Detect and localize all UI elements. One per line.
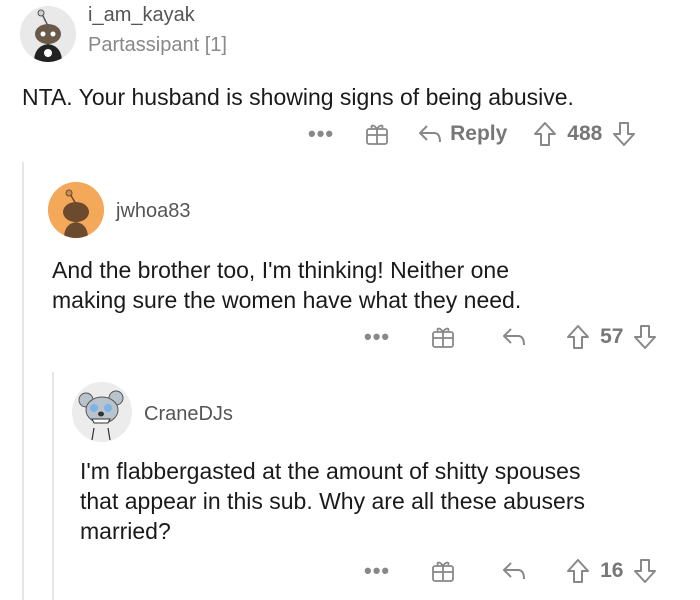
- avatar[interactable]: [72, 382, 132, 442]
- downvote-button[interactable]: [612, 121, 636, 147]
- more-options-button[interactable]: •••: [308, 123, 334, 145]
- reply-label: Reply: [450, 122, 508, 145]
- award-button[interactable]: [430, 324, 456, 350]
- gift-icon: [432, 327, 455, 348]
- avatar[interactable]: [20, 6, 76, 62]
- vote-score: 16: [600, 559, 624, 582]
- downvote-arrow-icon: [613, 122, 636, 146]
- gift-icon: [366, 124, 389, 145]
- more-options-button[interactable]: •••: [364, 560, 390, 582]
- comment-actions: ••• Reply 488: [308, 117, 636, 151]
- comment-actions: ••• 57: [364, 320, 657, 354]
- downvote-arrow-icon: [634, 325, 657, 349]
- reply-icon: [419, 125, 442, 143]
- avatar[interactable]: [48, 182, 104, 238]
- reply-button[interactable]: [502, 326, 526, 348]
- award-button[interactable]: [364, 121, 390, 147]
- upvote-arrow-icon: [567, 325, 590, 349]
- gift-icon: [432, 561, 455, 582]
- upvote-button[interactable]: [566, 324, 590, 350]
- comment-actions: ••• 16: [364, 554, 657, 588]
- username[interactable]: jwhoa83: [116, 200, 191, 223]
- downvote-button[interactable]: [633, 558, 657, 584]
- comment-body: NTA. Your husband is showing signs of be…: [22, 84, 574, 110]
- vote-score: 488: [567, 122, 603, 145]
- upvote-arrow-icon: [534, 122, 557, 146]
- thread-line[interactable]: [52, 372, 54, 600]
- upvote-button[interactable]: [533, 121, 557, 147]
- thread-line[interactable]: [22, 162, 24, 600]
- comment-body: And the brother too, I'm thinking! Neith…: [52, 257, 522, 313]
- reply-icon: [503, 562, 526, 580]
- reply-icon: [503, 328, 526, 346]
- downvote-arrow-icon: [634, 559, 657, 583]
- upvote-arrow-icon: [567, 559, 590, 583]
- reply-button[interactable]: [502, 560, 526, 582]
- vote-score: 57: [600, 325, 624, 348]
- snoo-avatar-icon: [48, 182, 104, 238]
- username[interactable]: CraneDJs: [144, 403, 233, 426]
- comment-body: I'm flabbergasted at the amount of shitt…: [80, 458, 586, 544]
- username[interactable]: i_am_kayak: [88, 4, 195, 27]
- award-button[interactable]: [430, 558, 456, 584]
- reply-button[interactable]: Reply: [418, 122, 507, 146]
- upvote-button[interactable]: [566, 558, 590, 584]
- more-options-button[interactable]: •••: [364, 326, 390, 348]
- snoo-avatar-icon: [20, 6, 76, 62]
- koala-avatar-icon: [72, 382, 132, 442]
- user-flair: Partassipant [1]: [88, 34, 227, 56]
- downvote-button[interactable]: [633, 324, 657, 350]
